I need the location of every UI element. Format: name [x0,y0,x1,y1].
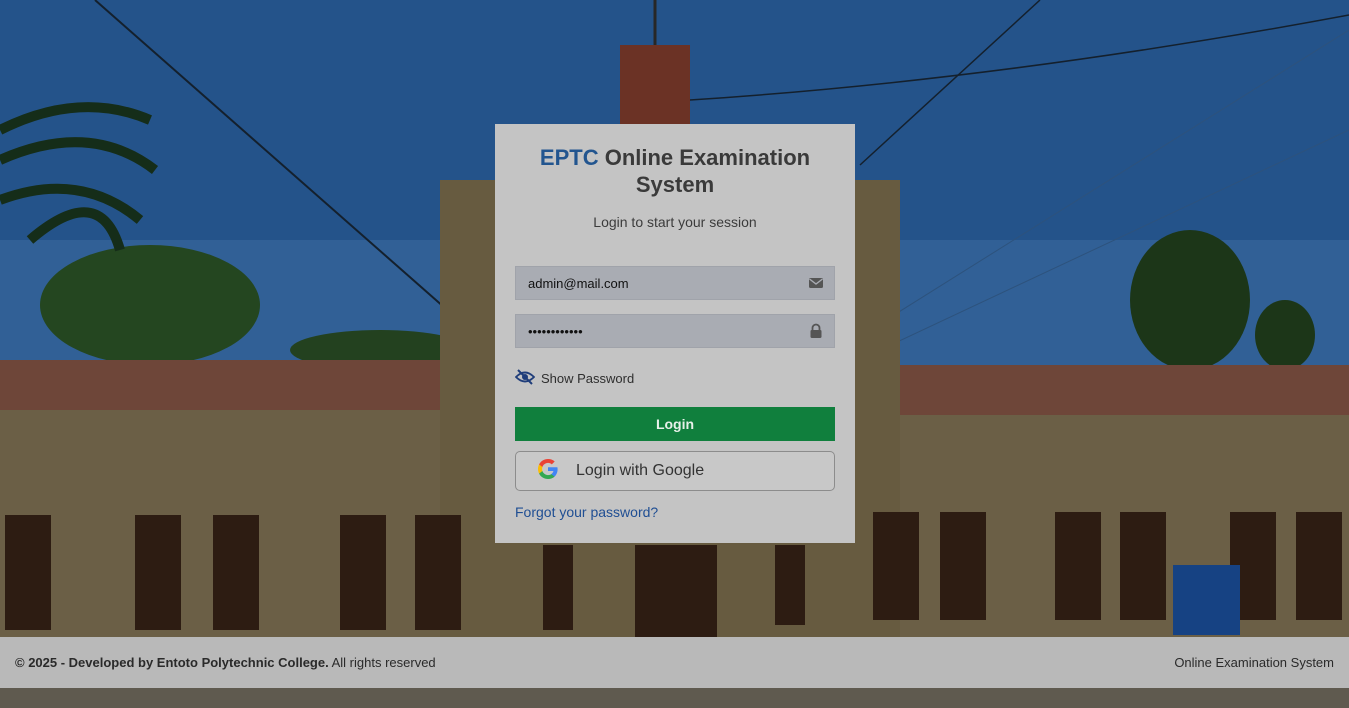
show-password-label: Show Password [541,370,635,386]
google-button-label: Login with Google [576,462,705,479]
eye-slash-icon [514,368,541,388]
email-field-group [515,266,835,300]
password-field-group [515,314,835,348]
footer-copyright: © 2025 - Developed by Entoto Polytechnic… [15,655,436,670]
forgot-password-link[interactable]: Forgot your password? [515,504,658,520]
google-logo-icon [536,457,576,486]
footer-copyright-rest: All rights reserved [328,655,436,670]
envelope-icon [808,275,824,291]
login-with-google-button[interactable]: Login with Google [515,451,835,491]
title-text: Online Examination System [598,145,811,197]
email-field[interactable] [516,267,820,299]
page-footer: © 2025 - Developed by Entoto Polytechnic… [0,637,1349,688]
brand-name: EPTC [539,145,599,170]
lock-icon [808,323,824,339]
footer-copyright-bold: © 2025 - Developed by Entoto Polytechnic… [15,655,329,670]
page-title: EPTC Online Examination System [515,144,835,198]
login-button[interactable]: Login [515,407,835,441]
login-subtitle: Login to start your session [593,214,757,230]
footer-app-name: Online Examination System [1174,655,1334,670]
password-field[interactable] [516,315,820,347]
show-password-toggle[interactable]: Show Password [514,368,835,388]
login-card: EPTC Online Examination System Login to … [495,124,855,543]
